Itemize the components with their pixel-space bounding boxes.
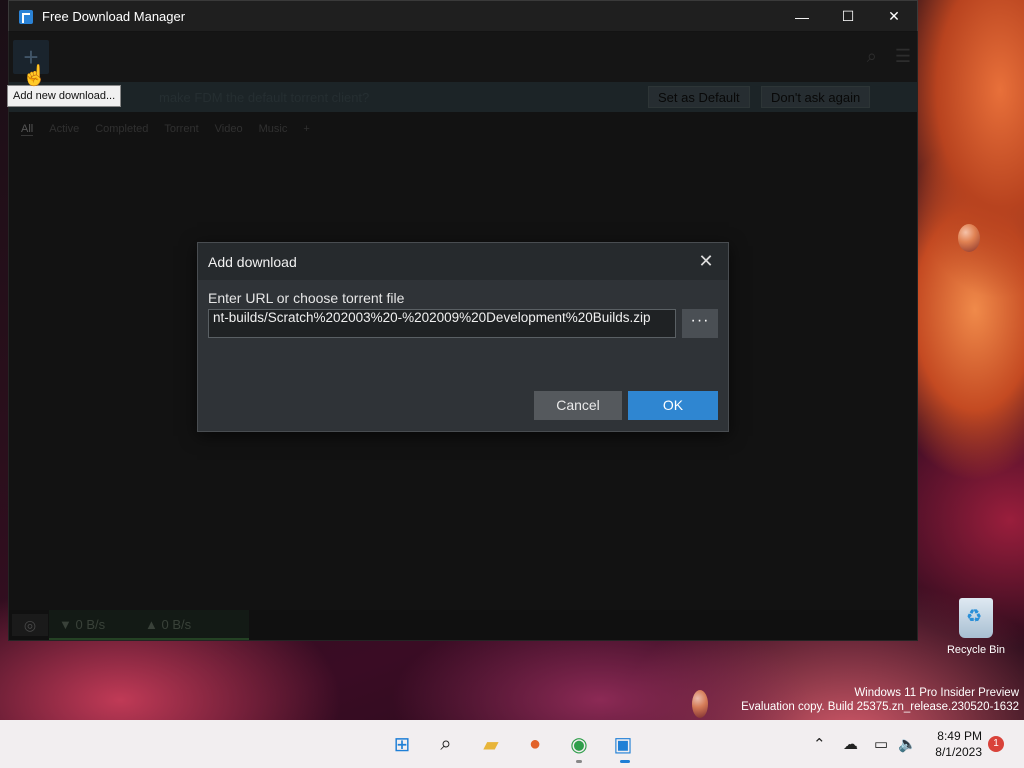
- start-icon[interactable]: ⊞: [388, 730, 416, 758]
- close-window-button[interactable]: ✕: [871, 1, 917, 32]
- browse-file-button[interactable]: ···: [682, 309, 718, 338]
- hand-cursor-icon: ☝: [22, 65, 47, 87]
- recycle-bin-icon: [959, 598, 993, 638]
- minimize-button[interactable]: —: [779, 1, 825, 32]
- volume-icon[interactable]: 🔈: [898, 735, 917, 753]
- watermark-line-1: Windows 11 Pro Insider Preview: [854, 687, 1019, 699]
- maximize-button[interactable]: ☐: [825, 1, 871, 32]
- url-input-value: nt-builds/Scratch%202003%20-%202009%20De…: [213, 310, 651, 325]
- taskbar: ⊞ ⌕ ▰ ● ◉ ▣ ⌃ ☁ ▭ 🔈 8:49 PM 8/1/2023 1: [0, 720, 1024, 768]
- titlebar: Free Download Manager — ☐ ✕: [9, 1, 917, 32]
- search-icon[interactable]: ⌕: [432, 730, 460, 758]
- dialog-close-icon[interactable]: ✕: [684, 251, 728, 272]
- clock[interactable]: 8:49 PM 8/1/2023: [924, 728, 982, 760]
- recycle-bin-label: Recycle Bin: [946, 644, 1006, 656]
- network-icon[interactable]: ▭: [874, 735, 888, 753]
- notification-badge[interactable]: 1: [988, 736, 1004, 752]
- fdm-taskbar-icon[interactable]: ▣: [609, 730, 637, 758]
- window-title: Free Download Manager: [42, 9, 186, 24]
- windows-watermark: Windows 11 Pro Insider Preview Evaluatio…: [741, 686, 1019, 714]
- add-download-tooltip: Add new download...: [7, 85, 122, 107]
- url-label: Enter URL or choose torrent file: [208, 290, 405, 306]
- cancel-button[interactable]: Cancel: [534, 391, 622, 420]
- add-download-dialog: Add download ✕ Enter URL or choose torre…: [197, 242, 729, 432]
- clock-date: 8/1/2023: [935, 745, 982, 759]
- recycle-bin[interactable]: Recycle Bin: [944, 598, 1008, 656]
- fdm-app-icon: [19, 9, 33, 24]
- watermark-line-2: Evaluation copy. Build 25375.zn_release.…: [741, 701, 1019, 713]
- dialog-header: Add download ✕: [198, 243, 728, 280]
- file-explorer-icon[interactable]: ▰: [477, 730, 505, 758]
- fdm-running-indicator: [620, 760, 630, 763]
- firefox-icon[interactable]: ●: [521, 730, 549, 758]
- ok-button[interactable]: OK: [628, 391, 718, 420]
- wallpaper-drop: [692, 690, 708, 718]
- cloud-offline-icon[interactable]: ☁: [843, 735, 858, 753]
- chrome-icon[interactable]: ◉: [565, 730, 593, 758]
- chevron-up-icon[interactable]: ⌃: [813, 735, 826, 753]
- clock-time: 8:49 PM: [937, 729, 982, 743]
- wallpaper-drop: [958, 224, 980, 252]
- chrome-running-indicator: [576, 760, 582, 763]
- url-input[interactable]: nt-builds/Scratch%202003%20-%202009%20De…: [208, 309, 676, 338]
- dialog-title: Add download: [208, 253, 297, 270]
